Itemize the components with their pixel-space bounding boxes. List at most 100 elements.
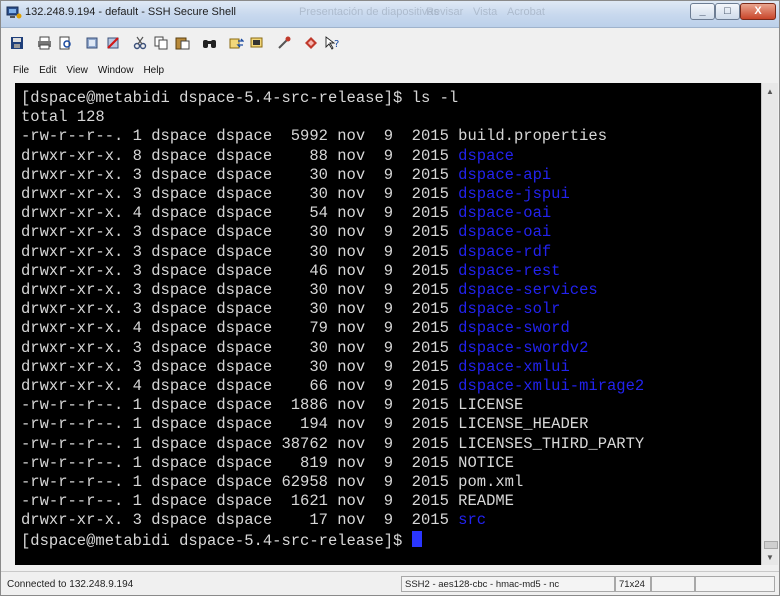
terminal-line: -rw-r--r--. 1 dspace dspace 819 nov 9 20… bbox=[21, 454, 514, 473]
background-tab-label: Revisar bbox=[426, 6, 464, 18]
minimize-button[interactable]: _ bbox=[690, 3, 715, 20]
directory-name: dspace-xmlui-mirage2 bbox=[458, 377, 645, 395]
window-title: 132.248.9.194 - default - SSH Secure She… bbox=[25, 6, 236, 18]
file-name: README bbox=[458, 492, 514, 511]
new-terminal-icon[interactable] bbox=[249, 35, 265, 51]
vertical-scrollbar[interactable]: ▲ ▼ bbox=[761, 83, 778, 565]
scroll-down-icon[interactable]: ▼ bbox=[762, 549, 778, 565]
paste-icon[interactable] bbox=[174, 35, 190, 51]
terminal-line: drwxr-xr-x. 4 dspace dspace 66 nov 9 201… bbox=[21, 377, 644, 396]
terminal-line: drwxr-xr-x. 8 dspace dspace 88 nov 9 201… bbox=[21, 147, 514, 166]
connection-status: Connected to 132.248.9.194 bbox=[7, 579, 134, 590]
svg-text:?: ? bbox=[334, 39, 339, 50]
terminal-line: -rw-r--r--. 1 dspace dspace 1621 nov 9 2… bbox=[21, 492, 514, 511]
terminal-line: -rw-r--r--. 1 dspace dspace 38762 nov 9 … bbox=[21, 435, 644, 454]
background-tab-label: Vista bbox=[473, 6, 498, 18]
background-tab-label: Acrobat bbox=[507, 6, 545, 18]
save-icon[interactable] bbox=[9, 35, 25, 51]
terminal-line: drwxr-xr-x. 3 dspace dspace 30 nov 9 201… bbox=[21, 223, 551, 242]
terminal-line-text: drwxr-xr-x. 3 dspace dspace 30 nov 9 201… bbox=[21, 300, 459, 319]
copy-icon[interactable] bbox=[153, 35, 169, 51]
file-name: LICENSES_THIRD_PARTY bbox=[458, 434, 645, 453]
print-icon[interactable] bbox=[36, 35, 52, 51]
terminal-line: drwxr-xr-x. 3 dspace dspace 30 nov 9 201… bbox=[21, 185, 570, 204]
directory-name: dspace bbox=[458, 146, 514, 165]
settings-icon[interactable] bbox=[276, 35, 292, 51]
terminal-output[interactable]: [dspace@metabidi dspace-5.4-src-release]… bbox=[15, 83, 761, 565]
terminal-line: [dspace@metabidi dspace-5.4-src-release]… bbox=[21, 89, 458, 108]
directory-name: dspace-oai bbox=[458, 204, 552, 223]
cut-icon[interactable] bbox=[132, 35, 148, 51]
terminal-line-text: drwxr-xr-x. 4 dspace dspace 79 nov 9 201… bbox=[21, 319, 459, 338]
file-name: NOTICE bbox=[458, 453, 514, 472]
terminal-line: drwxr-xr-x. 3 dspace dspace 30 nov 9 201… bbox=[21, 281, 598, 300]
directory-name: src bbox=[458, 511, 487, 530]
ssh-client-window: 132.248.9.194 - default - SSH Secure She… bbox=[0, 0, 780, 596]
terminal-line-text: -rw-r--r--. 1 dspace dspace 38762 nov 9 … bbox=[21, 434, 459, 453]
terminal-line-text: -rw-r--r--. 1 dspace dspace 5992 nov 9 2… bbox=[21, 127, 459, 146]
file-name: LICENSE bbox=[458, 396, 524, 415]
menu-file[interactable]: File bbox=[13, 65, 29, 76]
terminal-line-text: drwxr-xr-x. 4 dspace dspace 54 nov 9 201… bbox=[21, 204, 459, 223]
directory-name: dspace-swordv2 bbox=[458, 338, 589, 357]
file-transfer-icon[interactable] bbox=[228, 35, 244, 51]
terminal-line-text: drwxr-xr-x. 3 dspace dspace 30 nov 9 201… bbox=[21, 223, 459, 242]
find-icon[interactable] bbox=[201, 35, 217, 51]
terminal-line: -rw-r--r--. 1 dspace dspace 62958 nov 9 … bbox=[21, 473, 523, 492]
quick-connect-icon[interactable] bbox=[84, 35, 100, 51]
menu-window[interactable]: Window bbox=[98, 65, 134, 76]
terminal-line: drwxr-xr-x. 4 dspace dspace 79 nov 9 201… bbox=[21, 319, 570, 338]
terminal-line: drwxr-xr-x. 3 dspace dspace 30 nov 9 201… bbox=[21, 243, 551, 262]
ssh-app-icon bbox=[6, 6, 22, 19]
directory-name: dspace-rest bbox=[458, 261, 561, 280]
status-spare bbox=[695, 576, 775, 592]
menu-edit[interactable]: Edit bbox=[39, 65, 56, 76]
help-icon[interactable]: ? bbox=[324, 35, 340, 51]
directory-name: dspace-api bbox=[458, 165, 552, 184]
terminal-line: drwxr-xr-x. 4 dspace dspace 54 nov 9 201… bbox=[21, 204, 551, 223]
background-tab-label: Presentación de diapositivas bbox=[299, 6, 440, 18]
directory-name: dspace-oai bbox=[458, 223, 552, 242]
terminal-line-text: drwxr-xr-x. 8 dspace dspace 88 nov 9 201… bbox=[21, 146, 459, 165]
menu-bar: File Edit View Window Help bbox=[1, 59, 779, 81]
terminal-line: drwxr-xr-x. 3 dspace dspace 30 nov 9 201… bbox=[21, 166, 551, 185]
terminal-line-text: -rw-r--r--. 1 dspace dspace 194 nov 9 20… bbox=[21, 415, 459, 434]
terminal-cursor bbox=[411, 530, 422, 547]
print-preview-icon[interactable] bbox=[57, 35, 73, 51]
terminal-line: drwxr-xr-x. 3 dspace dspace 17 nov 9 201… bbox=[21, 511, 486, 530]
terminal-line: -rw-r--r--. 1 dspace dspace 5992 nov 9 2… bbox=[21, 127, 607, 146]
status-indicator bbox=[651, 576, 695, 592]
file-name: pom.xml bbox=[458, 473, 524, 491]
directory-name: dspace-xmlui bbox=[458, 357, 570, 376]
profiles-icon[interactable] bbox=[303, 35, 319, 51]
directory-name: dspace-rdf bbox=[458, 242, 552, 261]
terminal-line-text: drwxr-xr-x. 3 dspace dspace 30 nov 9 201… bbox=[21, 185, 459, 203]
minimize-icon: _ bbox=[699, 5, 706, 17]
scroll-up-icon[interactable]: ▲ bbox=[762, 83, 778, 99]
terminal-line-text: [dspace@metabidi dspace-5.4-src-release]… bbox=[21, 89, 459, 107]
maximize-button[interactable]: □ bbox=[715, 3, 740, 20]
close-button[interactable]: X bbox=[740, 3, 776, 20]
terminal-line-text: -rw-r--r--. 1 dspace dspace 1621 nov 9 2… bbox=[21, 492, 459, 511]
cipher-status: SSH2 - aes128-cbc - hmac-md5 - nc bbox=[401, 576, 615, 592]
directory-name: dspace-sword bbox=[458, 319, 570, 338]
terminal-line: drwxr-xr-x. 3 dspace dspace 46 nov 9 201… bbox=[21, 262, 561, 281]
terminal-line-text: drwxr-xr-x. 3 dspace dspace 30 nov 9 201… bbox=[21, 338, 459, 357]
terminal-line: -rw-r--r--. 1 dspace dspace 1886 nov 9 2… bbox=[21, 396, 523, 415]
terminal-line-text: -rw-r--r--. 1 dspace dspace 819 nov 9 20… bbox=[21, 453, 459, 472]
menu-help[interactable]: Help bbox=[143, 65, 164, 76]
directory-name: dspace-services bbox=[458, 281, 598, 299]
title-bar[interactable]: 132.248.9.194 - default - SSH Secure She… bbox=[1, 1, 779, 28]
terminal-line-text: -rw-r--r--. 1 dspace dspace 1886 nov 9 2… bbox=[21, 396, 459, 415]
terminal-size-status: 71x24 bbox=[615, 576, 651, 592]
terminal-line-text: total 128 bbox=[21, 108, 105, 127]
menu-view[interactable]: View bbox=[66, 65, 88, 76]
terminal-line-text: drwxr-xr-x. 3 dspace dspace 30 nov 9 201… bbox=[21, 242, 459, 261]
terminal-line: drwxr-xr-x. 3 dspace dspace 30 nov 9 201… bbox=[21, 300, 561, 319]
maximize-icon: □ bbox=[724, 5, 731, 17]
scroll-thumb[interactable] bbox=[764, 541, 778, 549]
terminal-line-text: [dspace@metabidi dspace-5.4-src-release]… bbox=[21, 531, 412, 550]
status-bar: Connected to 132.248.9.194 SSH2 - aes128… bbox=[1, 571, 779, 596]
disconnect-icon[interactable] bbox=[105, 35, 121, 51]
directory-name: dspace-solr bbox=[458, 300, 561, 319]
